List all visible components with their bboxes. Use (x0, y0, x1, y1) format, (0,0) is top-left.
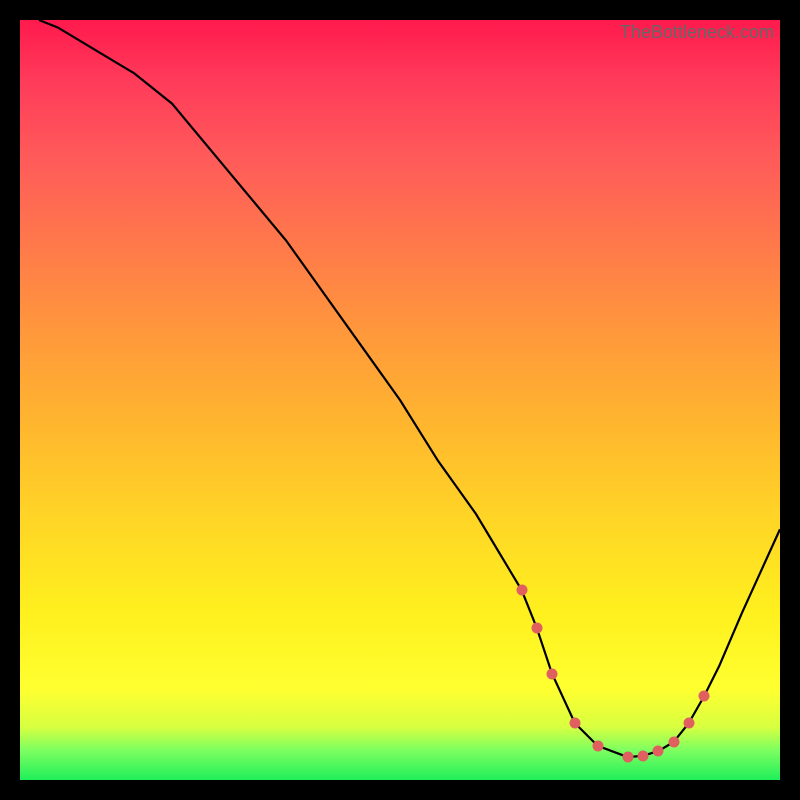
chart-frame: TheBottleneck.com (0, 0, 800, 800)
highlight-marker (683, 718, 694, 729)
highlight-marker (623, 752, 634, 763)
highlight-marker (547, 668, 558, 679)
highlight-marker (668, 737, 679, 748)
bottleneck-curve (20, 20, 780, 780)
highlight-marker (699, 691, 710, 702)
chart-plot-area: TheBottleneck.com (20, 20, 780, 780)
highlight-marker (531, 623, 542, 634)
attribution-label: TheBottleneck.com (620, 22, 774, 43)
highlight-marker (638, 750, 649, 761)
highlight-marker (569, 718, 580, 729)
highlight-marker (592, 740, 603, 751)
highlight-marker (653, 746, 664, 757)
highlight-marker (516, 585, 527, 596)
